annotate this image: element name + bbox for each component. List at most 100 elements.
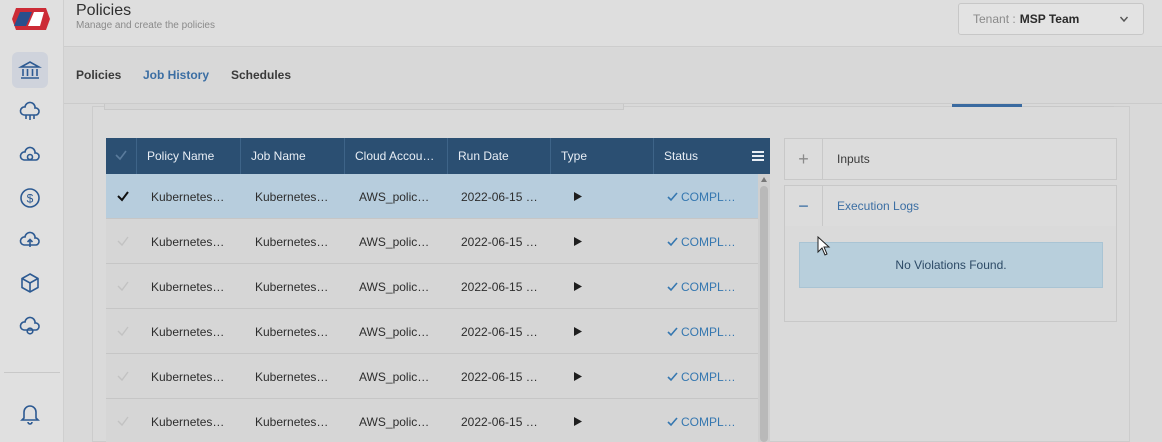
- check-icon: [667, 237, 678, 247]
- row-checkbox[interactable]: [116, 369, 130, 383]
- sidebar-item-network[interactable]: [12, 94, 48, 130]
- tenant-value: MSP Team: [1019, 12, 1080, 26]
- cell-job-name: Kubernetes…: [255, 414, 329, 429]
- column-header-job-name[interactable]: Job Name: [240, 138, 344, 174]
- tenant-select[interactable]: Tenant : MSP Team: [958, 3, 1144, 35]
- play-icon: [574, 192, 582, 201]
- column-header-cloud-account[interactable]: Cloud Accou…: [344, 138, 447, 174]
- toggle-edge: [1022, 104, 1114, 107]
- tab-job-history[interactable]: Job History: [143, 68, 209, 82]
- sidebar-item-sync[interactable]: [12, 137, 48, 173]
- tenant-label: Tenant :: [973, 12, 1016, 26]
- cloud-network-icon: [19, 101, 40, 120]
- cell-cloud-account: AWS_polic…: [359, 189, 430, 204]
- tab-policies[interactable]: Policies: [76, 68, 121, 82]
- table-row[interactable]: Kubernetes… Kubernetes… AWS_polic… 2022-06-…: [106, 309, 758, 354]
- cell-policy-name: Kubernetes…: [151, 324, 225, 339]
- row-checkbox[interactable]: [116, 414, 130, 428]
- job-history-grid: Policy Name Job Name Cloud Accou… Run Da…: [106, 138, 770, 442]
- status-text: COMPL…: [681, 414, 736, 429]
- status-badge: COMPL…: [667, 399, 736, 442]
- play-icon: [574, 372, 582, 381]
- cell-policy-name: Kubernetes…: [151, 279, 225, 294]
- check-icon: [667, 372, 678, 382]
- check-icon: [115, 150, 127, 161]
- check-icon: [667, 282, 678, 292]
- dollar-icon: $: [20, 188, 40, 208]
- status-text: COMPL…: [681, 234, 736, 249]
- search-bar-edge: [104, 104, 624, 110]
- scroll-thumb[interactable]: [760, 186, 768, 442]
- detail-panel: + Inputs − Execution Logs No Violations …: [784, 138, 1117, 322]
- cell-policy-name: Kubernetes…: [151, 189, 225, 204]
- play-icon: [574, 282, 582, 291]
- grid-header: Policy Name Job Name Cloud Accou… Run Da…: [106, 138, 770, 174]
- select-all-column[interactable]: [106, 138, 136, 174]
- inputs-accordion[interactable]: + Inputs: [784, 138, 1117, 180]
- collapse-icon[interactable]: −: [785, 186, 823, 226]
- row-checkbox[interactable]: [116, 279, 130, 293]
- inputs-title: Inputs: [837, 152, 870, 166]
- cell-cloud-account: AWS_polic…: [359, 324, 430, 339]
- tab-schedules[interactable]: Schedules: [231, 68, 291, 82]
- menu-icon[interactable]: [752, 150, 764, 162]
- expand-icon[interactable]: +: [785, 139, 823, 179]
- status-text: COMPL…: [681, 189, 736, 204]
- grid-scrollbar[interactable]: [758, 174, 770, 442]
- row-checkbox[interactable]: [116, 234, 130, 248]
- sidebar-item-policies[interactable]: [12, 52, 48, 88]
- check-icon: [667, 192, 678, 202]
- cell-run-date: 2022-06-15 …: [461, 234, 538, 249]
- chevron-down-icon: [1119, 16, 1129, 23]
- cell-cloud-account: AWS_polic…: [359, 369, 430, 384]
- cell-job-name: Kubernetes…: [255, 324, 329, 339]
- cell-cloud-account: AWS_polic…: [359, 414, 430, 429]
- cell-job-name: Kubernetes…: [255, 189, 329, 204]
- sidebar-item-resources[interactable]: [12, 265, 48, 301]
- table-row[interactable]: Kubernetes… Kubernetes… AWS_polic… 2022-06-…: [106, 219, 758, 264]
- cell-run-date: 2022-06-15 …: [461, 414, 538, 429]
- sidebar-item-cost[interactable]: $: [12, 180, 48, 216]
- cell-policy-name: Kubernetes…: [151, 369, 225, 384]
- status-text: COMPL…: [681, 324, 736, 339]
- column-header-policy-name[interactable]: Policy Name: [136, 138, 240, 174]
- cell-run-date: 2022-06-15 …: [461, 369, 538, 384]
- table-row[interactable]: Kubernetes… Kubernetes… AWS_polic… 2022-06-…: [106, 399, 758, 442]
- table-row[interactable]: Kubernetes… Kubernetes… AWS_polic… 2022-06-…: [106, 354, 758, 399]
- cell-run-date: 2022-06-15 …: [461, 324, 538, 339]
- status-badge: COMPL…: [667, 309, 736, 354]
- play-icon: [574, 237, 582, 246]
- sidebar: $: [0, 0, 64, 442]
- column-header-run-date[interactable]: Run Date: [447, 138, 550, 174]
- status-badge: COMPL…: [667, 174, 736, 219]
- cell-cloud-account: AWS_polic…: [359, 279, 430, 294]
- brand-logo[interactable]: [10, 4, 52, 34]
- cell-run-date: 2022-06-15 …: [461, 189, 538, 204]
- play-icon: [574, 327, 582, 336]
- table-row[interactable]: Kubernetes… Kubernetes… AWS_polic… 2022-06-…: [106, 174, 758, 219]
- row-checkbox[interactable]: [116, 189, 130, 203]
- bank-icon: [18, 61, 42, 79]
- sidebar-divider: [4, 372, 60, 373]
- active-toggle-edge: [952, 104, 1022, 107]
- table-row[interactable]: Kubernetes… Kubernetes… AWS_polic… 2022-06-…: [106, 264, 758, 309]
- cube-icon: [21, 273, 39, 293]
- execution-logs-accordion[interactable]: − Execution Logs: [784, 185, 1117, 227]
- scroll-up-icon[interactable]: [761, 176, 767, 182]
- svg-text:$: $: [27, 192, 34, 206]
- check-icon: [667, 327, 678, 337]
- cell-job-name: Kubernetes…: [255, 234, 329, 249]
- tab-bar: Policies Job History Schedules: [64, 48, 1162, 104]
- cell-policy-name: Kubernetes…: [151, 234, 225, 249]
- sidebar-item-upload[interactable]: [12, 222, 48, 258]
- column-header-type[interactable]: Type: [550, 138, 653, 174]
- sidebar-item-settings[interactable]: [12, 308, 48, 344]
- row-checkbox[interactable]: [116, 324, 130, 338]
- cell-cloud-account: AWS_polic…: [359, 234, 430, 249]
- play-icon: [574, 417, 582, 426]
- notifications-button[interactable]: [12, 395, 48, 431]
- execution-logs-body: No Violations Found.: [784, 226, 1117, 322]
- page-header: Policies Manage and create the policies …: [64, 0, 1162, 47]
- check-icon: [667, 417, 678, 427]
- execution-logs-title: Execution Logs: [837, 199, 920, 213]
